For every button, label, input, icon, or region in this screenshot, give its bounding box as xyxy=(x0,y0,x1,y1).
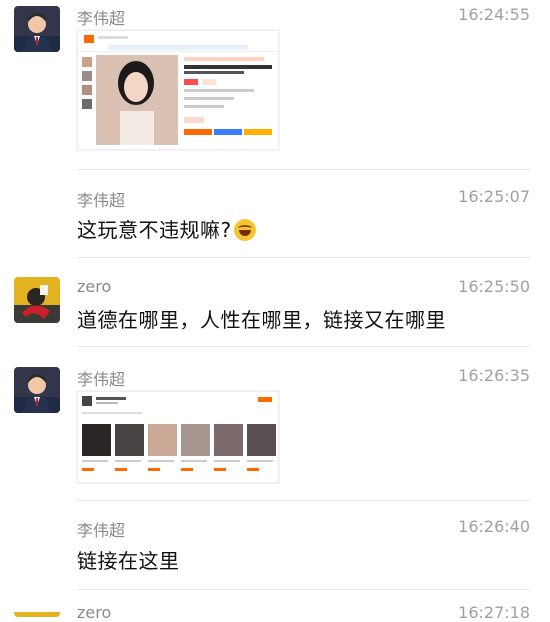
timestamp: 16:25:50 xyxy=(458,277,530,296)
person-with-red-hat-avatar-icon xyxy=(14,612,60,617)
laughing-tears-emoji-icon xyxy=(233,219,256,241)
message-divider xyxy=(77,257,530,258)
avatar[interactable] xyxy=(14,367,60,413)
man-in-suit-avatar-icon xyxy=(14,367,60,413)
shared-screenshot-image[interactable] xyxy=(77,391,279,483)
timestamp: 16:24:55 xyxy=(458,5,530,24)
timestamp: 16:26:40 xyxy=(458,517,530,536)
message-text[interactable]: 这玩意不违规嘛? xyxy=(77,214,256,243)
avatar[interactable] xyxy=(14,277,60,323)
message-text[interactable]: 道德在哪里，人性在哪里，链接又在哪里 xyxy=(77,304,446,333)
message-divider xyxy=(77,500,530,501)
sender-name: zero xyxy=(77,603,112,622)
person-with-red-hat-avatar-icon xyxy=(14,277,60,323)
sender-name: 李伟超 xyxy=(77,191,126,210)
sender-name: 李伟超 xyxy=(77,521,126,540)
timestamp: 16:26:35 xyxy=(458,366,530,385)
avatar[interactable] xyxy=(14,607,60,617)
sender-name: 李伟超 xyxy=(77,370,126,389)
shared-screenshot-image[interactable] xyxy=(77,30,279,150)
avatar[interactable] xyxy=(14,6,60,52)
message-divider xyxy=(77,346,530,347)
timestamp: 16:27:18 xyxy=(458,603,530,622)
sender-name: 李伟超 xyxy=(77,9,126,28)
message-divider xyxy=(77,169,530,170)
message-divider xyxy=(77,589,530,590)
sender-name: zero xyxy=(77,277,112,296)
message-text-content: 这玩意不违规嘛? xyxy=(77,218,232,242)
timestamp: 16:25:07 xyxy=(458,187,530,206)
man-in-suit-avatar-icon xyxy=(14,6,60,52)
shop-gallery-thumbnail-icon xyxy=(78,392,278,482)
message-text[interactable]: 链接在这里 xyxy=(77,545,180,574)
product-page-thumbnail-icon xyxy=(78,31,278,149)
